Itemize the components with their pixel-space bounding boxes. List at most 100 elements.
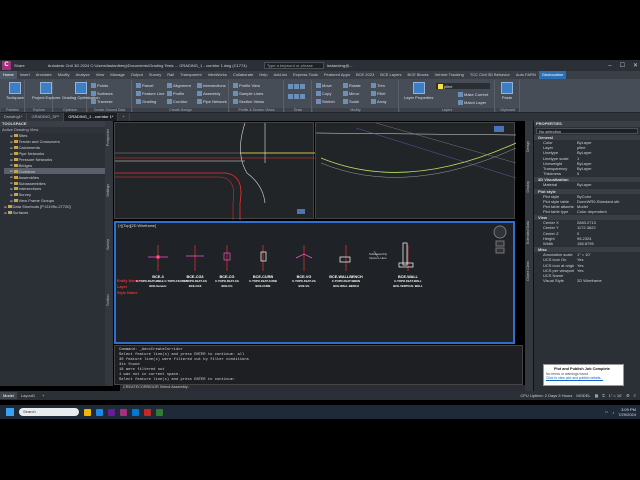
quick-access-share[interactable]: Share <box>14 63 25 68</box>
line-tool[interactable] <box>288 84 305 89</box>
expand-icon[interactable]: ⊞ <box>10 199 13 203</box>
expand-icon[interactable]: ⊞ <box>10 158 13 162</box>
ribbon-tab-modify[interactable]: Modify <box>55 71 73 79</box>
document-tab[interactable]: GRADING_1 - corridor 1* <box>64 113 119 121</box>
expand-icon[interactable]: ⊞ <box>10 134 13 138</box>
surfaces-button[interactable]: Surfaces <box>91 91 113 96</box>
taskbar-search[interactable]: Search <box>19 408 79 416</box>
file-explorer-icon[interactable] <box>84 408 91 416</box>
ribbon-tab-manage[interactable]: Manage <box>107 71 127 79</box>
array-button[interactable]: Array <box>371 99 387 104</box>
clock[interactable]: 3:09 PM 7/29/2024 <box>618 407 636 417</box>
property-row[interactable]: Visual Style 2D Wireframe <box>534 278 640 283</box>
ribbon-tab-view[interactable]: View <box>93 71 108 79</box>
notification-link[interactable]: Click to view plot and publish details..… <box>546 376 621 380</box>
tree-item[interactable]: ⊞ Surfaces <box>4 210 106 216</box>
properties-side-tab[interactable]: Extended Data <box>526 221 530 244</box>
mirror-button[interactable]: Mirror <box>343 91 359 96</box>
settings-icon[interactable]: ⚙ <box>626 393 630 398</box>
ribbon-tab-express-tools[interactable]: Express Tools <box>290 71 321 79</box>
ribbon-tab-tcc-civil-3d-behavior[interactable]: TCC Civil 3D Behavior <box>467 71 513 79</box>
viewport-top-right[interactable] <box>315 122 517 219</box>
pan-icon[interactable] <box>495 240 505 247</box>
layout-tab[interactable]: Layout1 <box>18 392 38 399</box>
property-value[interactable]: 156.8795 <box>574 241 640 246</box>
plot-publish-notification[interactable]: Plot and Publish Job Complete No errors … <box>543 364 624 386</box>
expand-icon[interactable]: ⊞ <box>10 169 13 173</box>
close-button[interactable]: ✕ <box>633 62 638 69</box>
profile-button[interactable]: Profile <box>167 91 184 96</box>
ribbon-tab-geolocation[interactable]: Geolocation <box>538 71 567 79</box>
properties-side-tab[interactable]: Design <box>526 141 530 152</box>
toolspace-side-tab[interactable]: Toolbox <box>106 294 110 306</box>
scale-button[interactable]: Scale <box>343 99 359 104</box>
property-row[interactable]: Width 156.8795 <box>534 241 640 246</box>
steering-wheel-icon[interactable] <box>493 225 507 239</box>
ribbon-tab-transparent[interactable]: Transparent <box>177 71 204 79</box>
layout-tab[interactable]: Model <box>0 392 17 399</box>
fillet-button[interactable]: Fillet <box>371 91 385 96</box>
menu-icon[interactable]: ≡ <box>634 393 636 398</box>
expand-icon[interactable]: ⊞ <box>10 146 13 150</box>
ribbon-tab-analyze[interactable]: Analyze <box>72 71 92 79</box>
viewport-top-left[interactable] <box>114 122 315 220</box>
property-value[interactable]: 0 <box>574 171 640 176</box>
user-account[interactable]: lsstanderg@... <box>327 63 353 68</box>
ribbon-tab-vehicle-tracking[interactable]: Vehicle Tracking <box>432 71 467 79</box>
teams-icon[interactable] <box>108 408 115 416</box>
expand-icon[interactable]: ⊞ <box>10 175 13 179</box>
expand-icon[interactable]: ⊞ <box>10 140 13 144</box>
windows-start-icon[interactable] <box>6 408 14 416</box>
volume-icon[interactable]: ♪ <box>612 410 614 415</box>
property-value[interactable]: 2D Wireframe <box>574 278 640 283</box>
intersections-button[interactable]: Intersections <box>197 83 226 88</box>
arc-tool[interactable] <box>288 94 305 99</box>
excel-icon[interactable] <box>156 408 163 416</box>
match-layer-button[interactable]: Match Layer <box>458 100 486 105</box>
profile-view-button[interactable]: Profile View <box>233 83 260 88</box>
expand-icon[interactable]: ⊞ <box>10 181 13 185</box>
ribbon-tab-bce-2023[interactable]: BCE 2023 <box>353 71 377 79</box>
zoom-icon[interactable] <box>495 247 505 254</box>
toolspace-side-tab[interactable]: Prospector <box>106 129 110 146</box>
ribbon-tab-insert[interactable]: Insert <box>17 71 33 79</box>
property-value[interactable]: Color dependent <box>574 209 640 214</box>
viewcube-icon[interactable] <box>494 126 504 132</box>
current-layer-dropdown[interactable]: pline <box>436 83 490 89</box>
ribbon-tab-annotate[interactable]: Annotate <box>33 71 55 79</box>
toolspace-button[interactable]: Toolspace <box>6 82 24 100</box>
expand-icon[interactable]: ⊞ <box>4 205 7 209</box>
outlook-icon[interactable] <box>132 408 139 416</box>
ribbon-tab-help[interactable]: Help <box>256 71 270 79</box>
edge-icon[interactable] <box>96 408 103 416</box>
expand-icon[interactable]: ⊞ <box>10 163 13 167</box>
grid-icon[interactable]: ▦ <box>595 393 599 398</box>
annotation-scale[interactable]: 1" = 10' <box>609 393 622 398</box>
trim-button[interactable]: Trim <box>371 83 385 88</box>
app-logo-icon[interactable]: C <box>2 61 11 70</box>
expand-icon[interactable]: ⊞ <box>10 193 13 197</box>
ribbon-tab-featured-apps[interactable]: Featured Apps <box>321 71 353 79</box>
ribbon-tab-home[interactable]: Home <box>0 71 17 79</box>
property-row[interactable]: Material ByLayer <box>534 182 640 187</box>
properties-side-tab[interactable]: Display <box>526 181 530 192</box>
expand-icon[interactable]: ⊞ <box>10 152 13 156</box>
ribbon-tab-infraworks[interactable]: InfraWorks <box>205 71 230 79</box>
property-value[interactable]: ByLayer <box>574 182 640 187</box>
grading-button[interactable]: Grading <box>136 99 156 104</box>
points-button[interactable]: Points <box>91 83 108 88</box>
property-row[interactable]: Plot table type Color dependent <box>534 209 640 214</box>
expand-icon[interactable]: ⊞ <box>10 187 13 191</box>
document-tab[interactable]: Drawing1* <box>0 113 28 121</box>
copy-button[interactable]: Copy <box>316 91 331 96</box>
viewcube-small[interactable] <box>297 209 305 214</box>
ribbon-tab-collaborate[interactable]: Collaborate <box>230 71 256 79</box>
move-button[interactable]: Move <box>316 83 332 88</box>
alignment-button[interactable]: Alignment <box>167 83 191 88</box>
model-space-toggle[interactable]: MODEL <box>576 393 590 398</box>
ribbon-tab-bce-layers[interactable]: BCE Layers <box>377 71 404 79</box>
properties-side-tab[interactable]: Object Class <box>526 261 530 281</box>
toolspace-side-tab[interactable]: Survey <box>106 239 110 250</box>
ribbon-tab-auto-farn[interactable]: Auto FARN <box>513 71 539 79</box>
viewport-assemblies[interactable]: [+][Top][2D Wireframe] Entity Name Layer… <box>114 221 515 344</box>
